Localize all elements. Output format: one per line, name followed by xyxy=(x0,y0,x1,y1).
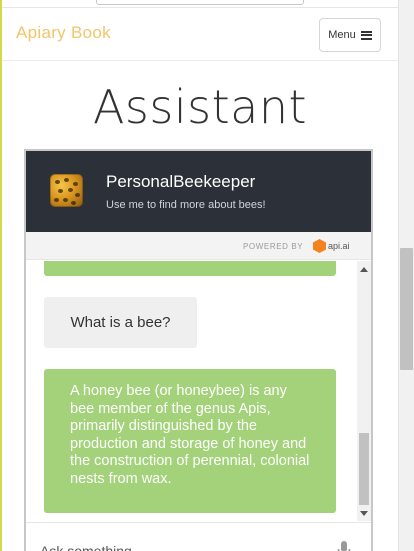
chat-header: PersonalBeekeeper Use me to find more ab… xyxy=(26,151,371,232)
browser-toolbar xyxy=(2,0,400,8)
powered-by-label: POWERED BY xyxy=(243,242,304,251)
user-message: What is a bee? xyxy=(44,297,197,348)
ask-input[interactable] xyxy=(40,541,320,551)
page-scrollbar[interactable] xyxy=(398,0,414,551)
bot-avatar xyxy=(50,174,83,207)
menu-button[interactable]: Menu xyxy=(319,18,381,52)
page-scrollbar-thumb[interactable] xyxy=(400,248,413,370)
conversation-list: What is a bee? A honey bee (or honeybee)… xyxy=(26,261,357,521)
bot-name: PersonalBeekeeper xyxy=(106,172,256,191)
page-title: Assistant xyxy=(92,80,308,134)
powered-by-bar: POWERED BY api.ai xyxy=(26,232,371,260)
navbar: Apiary Book Menu xyxy=(2,9,398,61)
provider-name[interactable]: api.ai xyxy=(328,241,350,251)
bot-message: A honey bee (or honeybee) is any bee mem… xyxy=(44,369,336,513)
address-bar[interactable] xyxy=(96,0,304,5)
menu-button-label: Menu xyxy=(328,29,356,41)
bot-tagline: Use me to find more about bees! xyxy=(106,199,266,211)
chat-input-bar xyxy=(26,522,371,551)
chat-scrollbar-thumb[interactable] xyxy=(359,433,369,505)
brand-link[interactable]: Apiary Book xyxy=(16,23,111,43)
chat-scrollbar[interactable] xyxy=(357,261,371,521)
bot-message-partial xyxy=(44,261,336,276)
hamburger-icon xyxy=(360,30,372,40)
scroll-up-arrow-icon[interactable] xyxy=(360,267,368,272)
chat-widget: PersonalBeekeeper Use me to find more ab… xyxy=(24,149,373,551)
microphone-icon[interactable] xyxy=(337,541,351,551)
scroll-down-arrow-icon[interactable] xyxy=(360,511,368,516)
api-ai-logo-icon xyxy=(313,239,326,253)
